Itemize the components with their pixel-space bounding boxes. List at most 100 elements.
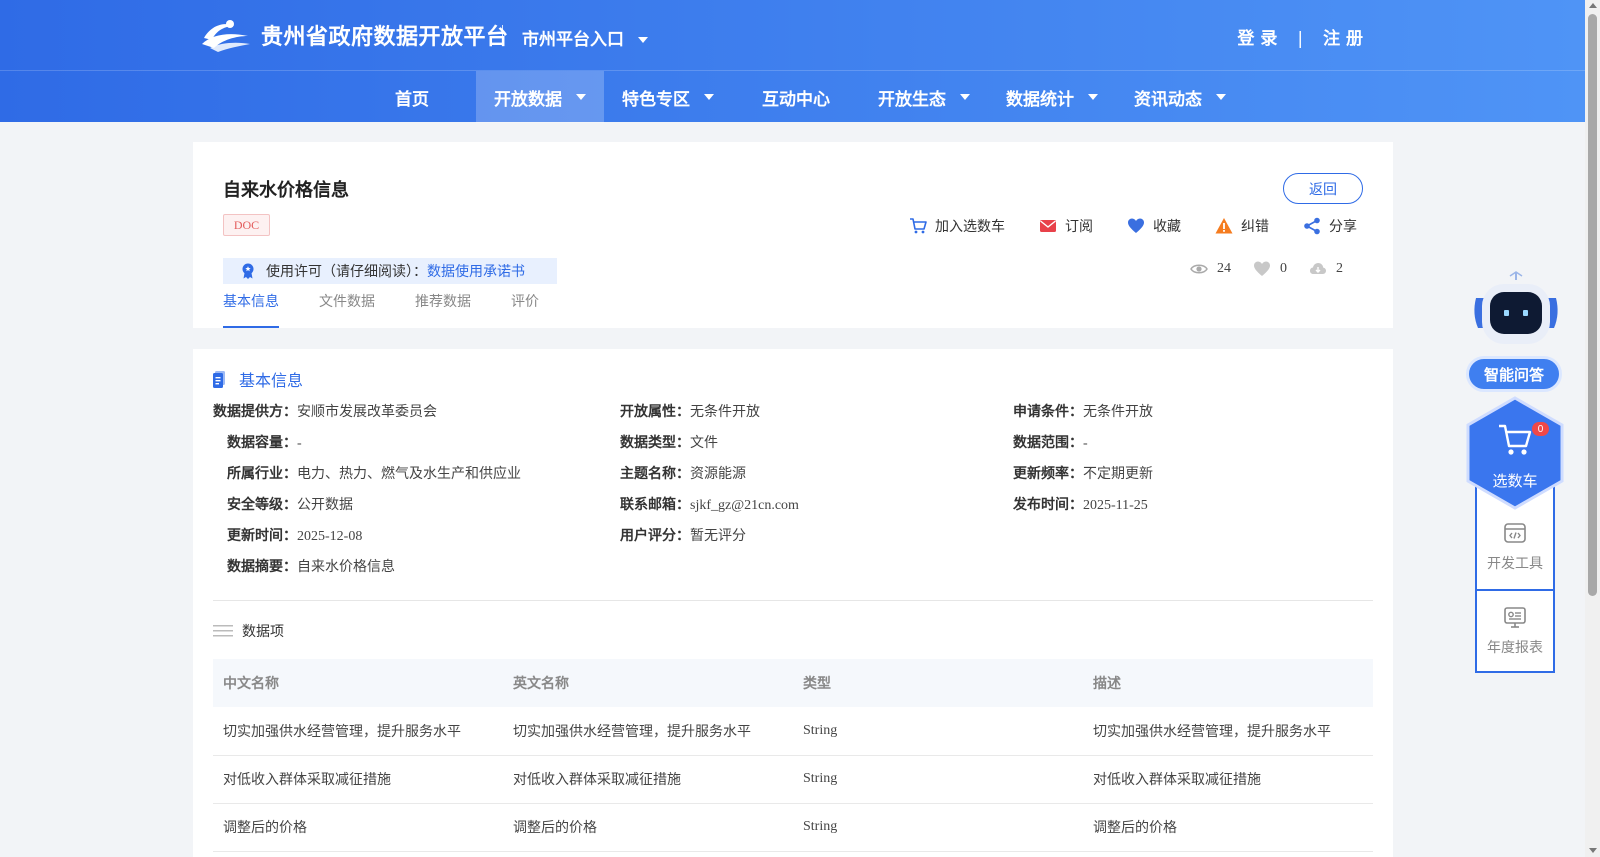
annual-report-button[interactable]: 年度报表 — [1477, 591, 1553, 671]
field-key: 申请条件： — [1013, 404, 1083, 420]
platform-logo-icon[interactable] — [200, 16, 252, 52]
nav-item-ecosystem[interactable]: 开放生态 — [860, 71, 988, 123]
scrollbar-thumb[interactable] — [1588, 14, 1597, 596]
field-provider: 数据提供方：安顺市发展改革委员会 — [213, 401, 437, 421]
subscribe-button[interactable]: 订阅 — [1039, 216, 1093, 236]
field-key: 数据范围： — [1013, 435, 1083, 451]
table-row: 切实加强供水经营管理，提升服务水平 切实加强供水经营管理，提升服务水平 Stri… — [213, 707, 1373, 756]
scroll-down-arrow-icon[interactable] — [1589, 848, 1597, 853]
field-key: 主题名称： — [620, 466, 690, 482]
field-rating: 用户评分：暂无评分 — [620, 525, 746, 545]
city-platform-entry-dropdown[interactable]: 市州平台入口 — [522, 25, 648, 50]
main-nav: 首页 开放数据 特色专区 互动中心 开放生态 数据统计 资讯动态 — [0, 70, 1585, 123]
field-value: 2025-12-08 — [297, 529, 363, 544]
section-divider — [213, 600, 1373, 601]
document-icon — [213, 370, 225, 388]
license-link[interactable]: 数据使用承诺书 — [427, 261, 525, 281]
report-error-button[interactable]: 纠错 — [1215, 216, 1269, 236]
table-cell: 切实加强供水经营管理，提升服务水平 — [213, 707, 503, 756]
table-cell: String — [793, 755, 1083, 804]
award-ribbon-icon — [242, 263, 254, 279]
table-cell: String — [793, 803, 1083, 852]
back-button[interactable]: 返回 — [1283, 173, 1363, 204]
field-key: 更新时间： — [227, 528, 297, 544]
table-cell: 对低收入群体采取减征措施 — [1083, 755, 1373, 804]
chevron-down-icon — [576, 94, 586, 100]
data-items-table: 中文名称 英文名称 类型 描述 切实加强供水经营管理，提升服务水平 切实加强供水… — [213, 659, 1373, 852]
favorite-button[interactable]: 收藏 — [1127, 216, 1181, 236]
field-value: 2025-11-25 — [1083, 498, 1148, 513]
field-value: 安顺市发展改革委员会 — [297, 405, 437, 420]
cart-icon — [910, 218, 927, 234]
city-entry-label: 市州平台入口 — [522, 30, 624, 50]
add-to-cart-button[interactable]: 加入选数车 — [909, 216, 1005, 236]
share-button[interactable]: 分享 — [1303, 216, 1357, 236]
license-label: 使用许可（请仔细阅读）： — [266, 264, 427, 280]
nav-label: 开放生态 — [878, 89, 946, 110]
field-value: 不定期更新 — [1083, 467, 1153, 482]
views-count: 24 — [1217, 261, 1231, 276]
site-title[interactable]: 贵州省政府数据开放平台 — [261, 19, 509, 51]
nav-item-home[interactable]: 首页 — [348, 71, 476, 123]
nav-item-news[interactable]: 资讯动态 — [1116, 71, 1244, 123]
tab-recommended-data[interactable]: 推荐数据 — [415, 292, 471, 328]
scroll-up-arrow-icon[interactable] — [1589, 3, 1597, 8]
field-key: 更新频率： — [1013, 466, 1083, 482]
chevron-down-icon — [960, 94, 970, 100]
field-value: 文件 — [690, 436, 718, 451]
page-scrollbar[interactable] — [1585, 0, 1600, 857]
dev-tools-button[interactable]: 开发工具 — [1477, 507, 1553, 587]
nav-item-featured[interactable]: 特色专区 — [604, 71, 732, 123]
field-frequency: 更新频率：不定期更新 — [1013, 463, 1153, 483]
nav-label: 首页 — [395, 89, 429, 110]
chevron-down-icon — [704, 94, 714, 100]
smart-qa-button[interactable]: 智能问答 — [1466, 356, 1562, 392]
tab-file-data[interactable]: 文件数据 — [319, 292, 375, 328]
field-security: 安全等级：公开数据 — [227, 494, 353, 514]
tab-reviews[interactable]: 评价 — [511, 292, 539, 328]
views-stat: 24 — [1190, 260, 1231, 278]
annual-report-label: 年度报表 — [1487, 640, 1543, 656]
column-header: 英文名称 — [503, 659, 793, 707]
register-link[interactable]: 注 册 — [1323, 29, 1363, 49]
header-bar: 贵州省政府数据开放平台 市州平台入口 登 录 | 注 册 — [0, 0, 1585, 70]
nav-item-interaction[interactable]: 互动中心 — [732, 71, 860, 123]
robot-assistant-icon[interactable] — [1468, 268, 1564, 350]
basic-info-heading: 基本信息 — [213, 367, 303, 391]
field-apply-cond: 申请条件：无条件开放 — [1013, 401, 1153, 421]
data-items-title: 数据项 — [242, 624, 284, 640]
field-value: - — [297, 436, 302, 451]
field-key: 发布时间： — [1013, 497, 1083, 513]
field-summary: 数据摘要：自来水价格信息 — [227, 556, 395, 576]
title-divider — [502, 25, 503, 45]
field-key: 数据提供方： — [213, 404, 297, 420]
favorite-label: 收藏 — [1153, 219, 1181, 235]
column-header: 描述 — [1083, 659, 1373, 707]
heart-icon — [1128, 218, 1144, 233]
add-to-cart-label: 加入选数车 — [935, 219, 1005, 235]
share-label: 分享 — [1329, 219, 1357, 235]
table-cell: String — [793, 707, 1083, 756]
field-value: 无条件开放 — [690, 405, 760, 420]
table-cell: 调整后的价格 — [1083, 803, 1373, 852]
chevron-down-icon — [1216, 94, 1226, 100]
basic-info-title: 基本信息 — [239, 371, 304, 390]
cloud-download-icon — [1310, 263, 1326, 274]
list-lines-icon — [213, 625, 233, 637]
data-cart-button[interactable]: 0 选数车 — [1466, 396, 1564, 510]
nav-item-open-data[interactable]: 开放数据 — [476, 71, 604, 123]
license-notice: 使用许可（请仔细阅读）： 数据使用承诺书 — [223, 258, 557, 284]
column-header: 中文名称 — [213, 659, 503, 707]
chevron-down-icon — [1088, 94, 1098, 100]
field-key: 数据类型： — [620, 435, 690, 451]
login-link[interactable]: 登 录 — [1237, 29, 1277, 49]
cart-count-badge: 0 — [1532, 422, 1549, 436]
nav-item-statistics[interactable]: 数据统计 — [988, 71, 1116, 123]
field-value: 电力、热力、燃气及水生产和供应业 — [297, 467, 521, 482]
likes-stat: 0 — [1253, 260, 1287, 278]
field-value: 无条件开放 — [1083, 405, 1153, 420]
field-capacity: 数据容量：- — [227, 432, 302, 452]
code-window-icon — [1504, 523, 1526, 543]
field-publish-time: 发布时间：2025-11-25 — [1013, 494, 1148, 514]
tab-basic-info[interactable]: 基本信息 — [223, 292, 279, 328]
